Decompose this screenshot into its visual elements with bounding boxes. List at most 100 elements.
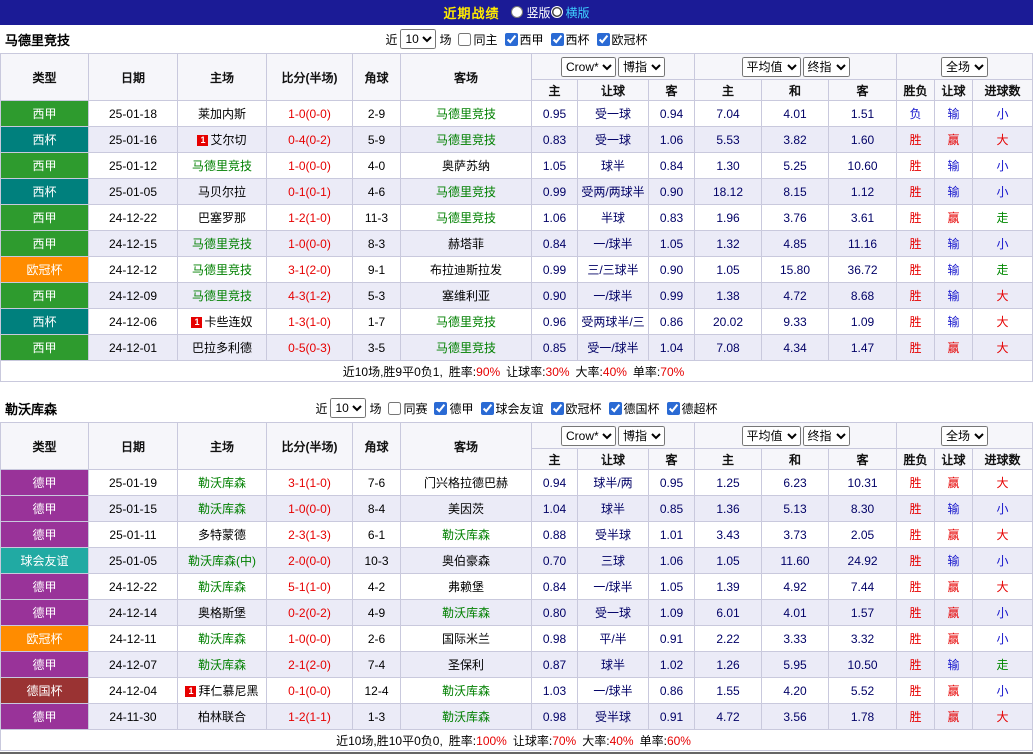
odds-away-cell: 0.95 — [647, 469, 696, 496]
competition-filter[interactable]: 同主 — [454, 31, 498, 48]
filter-checkbox[interactable] — [608, 401, 622, 415]
result-cell: 胜 — [896, 152, 936, 179]
col-subheader: 客 — [828, 448, 898, 470]
table-row: 西杯 25-01-05 马贝尔拉 0-1(0-1) 4-6 马德里竞技 0.99 受两/两球半… — [0, 178, 1033, 205]
average-select[interactable]: 平均值 — [741, 425, 801, 446]
corner-cell: 11-3 — [352, 204, 401, 231]
score-cell: 1-2(1-1) — [266, 703, 353, 730]
goals-result-cell: 大 — [972, 334, 1033, 361]
matches-label: 场 — [369, 401, 382, 416]
odds-home-cell: 0.70 — [531, 547, 578, 574]
col-header: 客场 — [400, 53, 532, 101]
recent-count-select[interactable]: 10 — [330, 398, 367, 418]
handicap-result-cell: 赢 — [934, 204, 974, 231]
score-cell: 2-1(2-0) — [266, 651, 353, 678]
competition-filter[interactable]: 欧冠杯 — [593, 31, 648, 48]
score-cell: 5-1(1-0) — [266, 573, 353, 600]
home-team-cell: 勒沃库森(中) — [177, 547, 267, 574]
avg-away-cell: 1.12 — [828, 178, 898, 205]
filter-checkbox[interactable] — [550, 401, 564, 415]
layout-radio-horizontal-input[interactable] — [550, 6, 563, 19]
results-table: 类型 日期 主场 比分(半场) 角球 客场 Crow* 博指 平均值 终指 全场主让球客主和客胜负让… — [0, 53, 1033, 382]
competition-filter[interactable]: 西甲 — [501, 31, 544, 48]
corner-cell: 7-6 — [352, 469, 401, 496]
col-subheader: 进球数 — [972, 448, 1033, 470]
table-row: 欧冠杯 24-12-12 马德里竞技 3-1(2-0) 9-1 布拉迪斯拉发 0.99 三/三… — [0, 256, 1033, 283]
col-header: 日期 — [88, 53, 178, 101]
average-select[interactable]: 平均值 — [741, 56, 801, 77]
col-subheader: 让球 — [934, 79, 974, 101]
filter-checkbox[interactable] — [504, 32, 518, 46]
scope-select[interactable]: 全场 — [941, 425, 989, 446]
corner-cell: 1-7 — [352, 308, 401, 335]
competition-badge: 德国杯 — [0, 677, 89, 704]
rank-badge: 1 — [185, 686, 197, 697]
date-cell: 25-01-05 — [88, 547, 178, 574]
filter-checkbox[interactable] — [458, 32, 472, 46]
goals-result-cell: 小 — [972, 547, 1033, 574]
filter-checkbox[interactable] — [666, 401, 680, 415]
avg-draw-cell: 6.23 — [761, 469, 830, 496]
handicap-cell: 一/球半 — [577, 573, 649, 600]
col-header: 类型 — [0, 53, 89, 101]
final-index-select[interactable]: 终指 — [802, 56, 850, 77]
home-team-cell: 莱加内斯 — [177, 100, 267, 127]
filter-checkbox[interactable] — [434, 401, 448, 415]
result-cell: 胜 — [896, 495, 936, 522]
away-team-cell: 勒沃库森 — [400, 521, 532, 548]
home-team-cell: 巴拉多利德 — [177, 334, 267, 361]
date-cell: 25-01-12 — [88, 152, 178, 179]
avg-draw-cell: 4.01 — [761, 599, 830, 626]
avg-draw-cell: 5.25 — [761, 152, 830, 179]
odds-away-cell: 1.05 — [647, 230, 696, 257]
home-team-cell: 勒沃库森 — [177, 573, 267, 600]
result-cell: 胜 — [896, 521, 936, 548]
competition-filter[interactable]: 德超杯 — [663, 400, 718, 417]
result-cell: 胜 — [896, 599, 936, 626]
date-cell: 24-12-01 — [88, 334, 178, 361]
layout-radio-vertical[interactable]: 竖版 — [511, 4, 551, 21]
col-subheader: 和 — [761, 448, 830, 470]
filter-checkbox[interactable] — [596, 32, 610, 46]
odds-stage-select[interactable]: 博指 — [618, 425, 665, 446]
filter-checkbox[interactable] — [388, 401, 402, 415]
competition-filter[interactable]: 欧冠杯 — [547, 400, 602, 417]
summary-text: 近10场,胜9平0负1, 胜率:90% 让球率:30% 大率:40% 单率:70% — [0, 360, 1033, 382]
score-cell: 2-0(0-0) — [266, 547, 353, 574]
home-team-cell: 马德里竞技 — [177, 282, 267, 309]
filter-checkbox[interactable] — [550, 32, 564, 46]
recent-count-select[interactable]: 10 — [400, 29, 437, 49]
away-team-cell: 弗赖堡 — [400, 573, 532, 600]
home-team-cell: 勒沃库森 — [177, 495, 267, 522]
table-row: 西甲 25-01-12 马德里竞技 1-0(0-0) 4-0 奥萨苏纳 1.05 球半 0.84… — [0, 152, 1033, 179]
avg-draw-cell: 4.72 — [761, 282, 830, 309]
competition-filter[interactable]: 球会友谊 — [477, 400, 544, 417]
scope-select[interactable]: 全场 — [941, 56, 989, 77]
col-subheader: 主 — [531, 79, 578, 101]
odds-away-cell: 0.90 — [647, 178, 696, 205]
corner-cell: 3-5 — [352, 334, 401, 361]
layout-radio-horizontal[interactable]: 横版 — [550, 4, 590, 21]
result-cell: 胜 — [896, 230, 936, 257]
final-index-select[interactable]: 终指 — [802, 425, 850, 446]
home-team-cell: 巴塞罗那 — [177, 204, 267, 231]
handicap-result-cell: 赢 — [934, 126, 974, 153]
average-select-group: 平均值 终指 — [694, 422, 898, 449]
handicap-result-cell: 赢 — [934, 521, 974, 548]
odds-company-select[interactable]: Crow* — [561, 56, 616, 77]
odds-company-select[interactable]: Crow* — [561, 425, 616, 446]
competition-filter[interactable]: 德国杯 — [605, 400, 660, 417]
avg-draw-cell: 3.73 — [761, 521, 830, 548]
odds-stage-select[interactable]: 博指 — [618, 56, 665, 77]
avg-home-cell: 1.36 — [694, 495, 763, 522]
filter-checkbox[interactable] — [480, 401, 494, 415]
competition-filter[interactable]: 德甲 — [430, 400, 474, 417]
table-row: 德甲 25-01-15 勒沃库森 1-0(0-0) 8-4 美因茨 1.04 球半 0.85 1.… — [0, 495, 1033, 522]
competition-badge: 德甲 — [0, 495, 89, 522]
competition-filter[interactable]: 西杯 — [547, 31, 590, 48]
competition-filter[interactable]: 同赛 — [384, 400, 427, 417]
odds-home-cell: 0.96 — [531, 308, 578, 335]
layout-radio-vertical-input[interactable] — [511, 6, 524, 19]
layout-radio-horizontal-label: 横版 — [565, 5, 590, 20]
away-team-cell: 马德里竞技 — [400, 178, 532, 205]
